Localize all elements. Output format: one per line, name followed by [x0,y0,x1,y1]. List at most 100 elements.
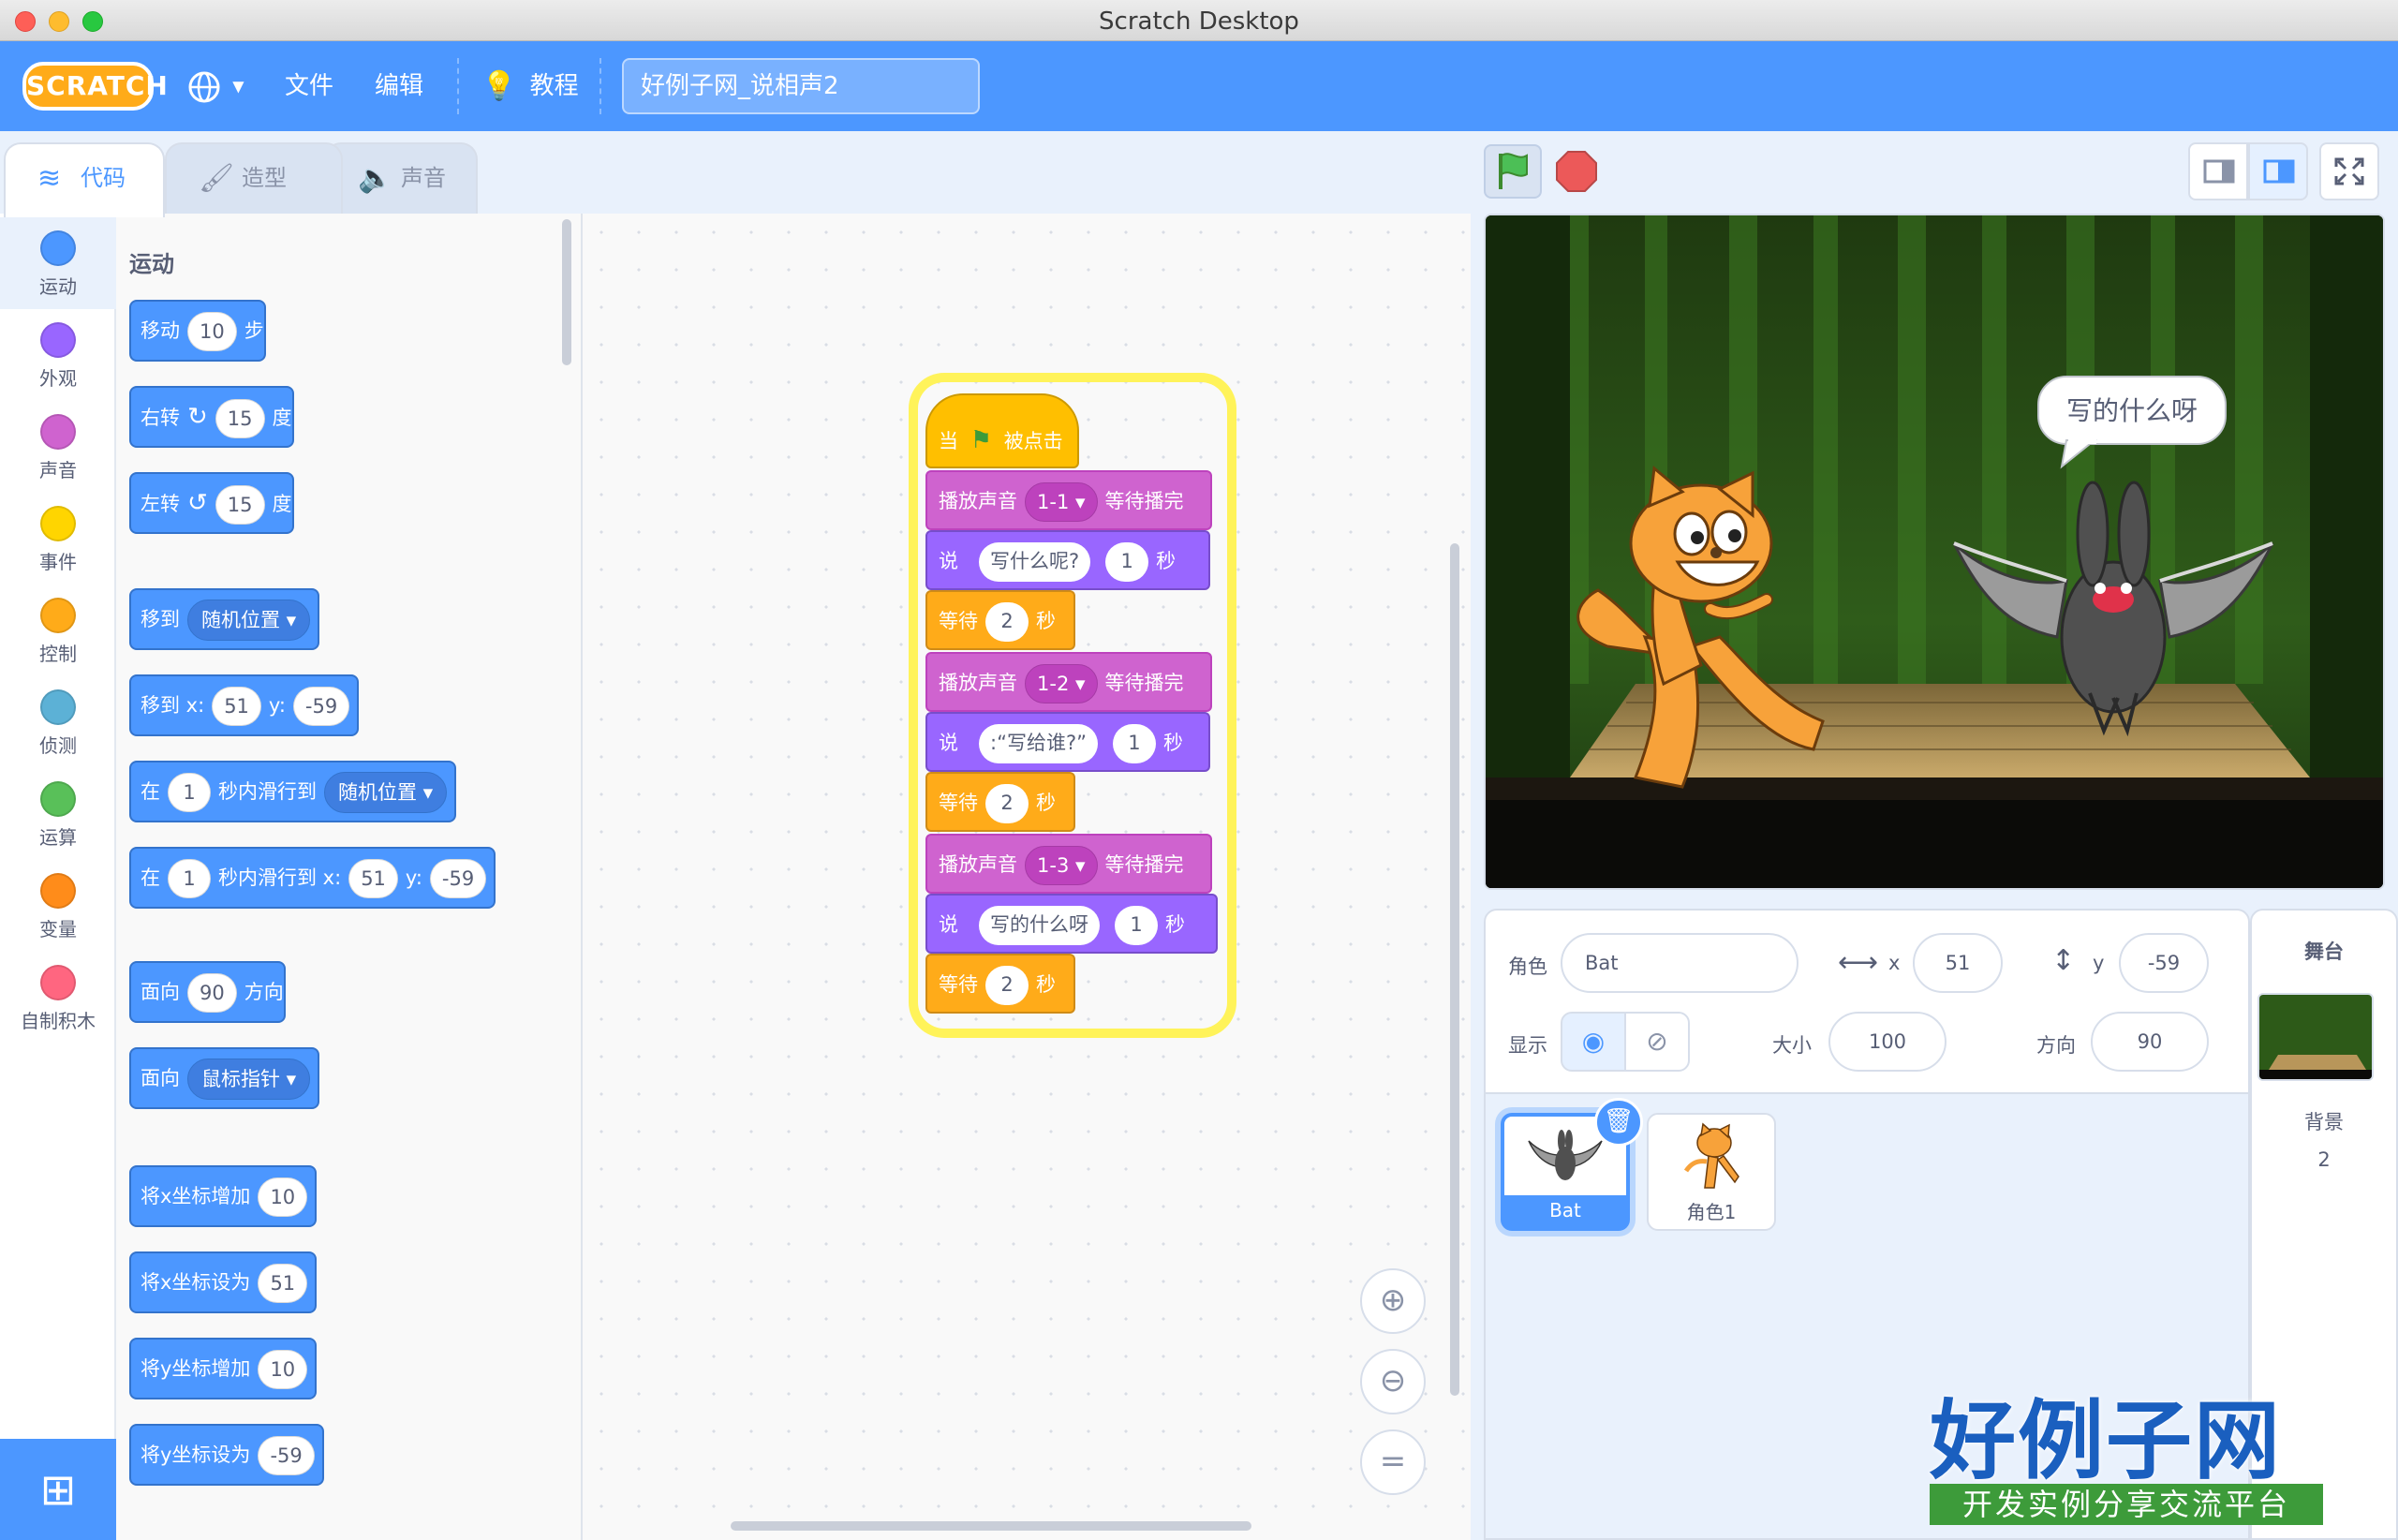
number-input[interactable]: 2 [985,784,1029,823]
block-point-towards[interactable]: 面向 鼠标指针 ▾ [129,1047,320,1109]
number-input[interactable]: 1 [168,773,211,812]
project-title-input[interactable]: 好例子网_说相声2 [622,58,980,114]
number-input[interactable]: 51 [348,859,398,898]
number-input[interactable]: 1 [1105,542,1149,582]
target-dropdown[interactable]: 随机位置 ▾ [187,600,311,641]
target-dropdown[interactable]: 鼠标指针 ▾ [187,1059,311,1100]
sprite-name-input[interactable]: Bat [1561,933,1798,993]
block-wait-secs[interactable]: 等待 2 秒 [925,954,1075,1014]
sprite-tile-cat[interactable]: 角色1 [1647,1113,1776,1231]
category-motion[interactable]: 运动 [0,217,116,309]
workspace-vertical-scrollbar[interactable] [1450,543,1459,1396]
x-input[interactable]: 51 [1913,933,2003,993]
eye-icon: ◉ [1581,1026,1606,1057]
text-input[interactable]: :“写给谁?” [979,724,1098,763]
category-operators[interactable]: 运算 [0,768,116,860]
category-sound[interactable]: 声音 [0,401,116,493]
sound-dropdown[interactable]: 1-1 ▾ [1025,482,1098,522]
block-wait-secs[interactable]: 等待 2 秒 [925,772,1075,832]
block-glide-to[interactable]: 在 1 秒内滑行到 随机位置 ▾ [129,761,457,822]
zoom-in-button[interactable]: ⊕ [1360,1268,1426,1334]
number-input[interactable]: 51 [258,1264,308,1303]
block-point-in-direction[interactable]: 面向 90 方向 [129,961,286,1023]
fullscreen-button[interactable] [2319,142,2379,200]
sound-dropdown[interactable]: 1-2 ▾ [1025,664,1098,703]
block-play-sound-until-done[interactable]: 播放声音 1-3 ▾ 等待播完 [925,834,1212,894]
block-say-for-secs[interactable]: 说:“写给谁?” 1 秒 [925,712,1210,772]
tab-code[interactable]: ≋ 代码 [4,142,165,217]
number-input[interactable]: 2 [985,602,1029,642]
block-turn-left[interactable]: 左转 ↺ 15 度 [129,472,294,534]
y-input[interactable]: -59 [2119,933,2209,993]
number-input[interactable]: 2 [985,966,1029,1005]
block-move-steps[interactable]: 移动 10 步 [129,300,266,362]
block-glide-to-xy[interactable]: 在 1 秒内滑行到 x: 51 y: -59 [129,847,496,909]
file-menu[interactable]: 文件 [285,67,333,105]
text-input[interactable]: 写什么呢? [979,542,1091,582]
category-looks[interactable]: 外观 [0,309,116,401]
number-input[interactable]: 90 [187,973,237,1013]
add-extension-button[interactable]: ⊞ [0,1439,116,1540]
block-change-x[interactable]: 将x坐标增加 10 [129,1165,318,1227]
edit-menu[interactable]: 编辑 [375,67,423,105]
block-go-to-xy[interactable]: 移到 x: 51 y: -59 [129,674,360,736]
block-turn-right[interactable]: 右转 ↻ 15 度 [129,386,294,448]
sound-dropdown[interactable]: 1-3 ▾ [1025,846,1098,885]
number-input[interactable]: 10 [258,1350,308,1389]
zoom-out-button[interactable]: ⊖ [1360,1349,1426,1414]
number-input[interactable]: 1 [1112,724,1156,763]
delete-sprite-button[interactable]: 🗑 [1594,1098,1643,1147]
category-events[interactable]: 事件 [0,493,116,585]
number-input[interactable]: 10 [258,1177,308,1217]
number-input[interactable]: 15 [215,485,265,525]
green-flag-button[interactable] [1484,144,1542,199]
block-set-x[interactable]: 将x坐标设为 51 [129,1251,318,1313]
number-input[interactable]: 51 [212,687,261,726]
category-sensing[interactable]: 侦测 [0,676,116,768]
language-menu[interactable]: ▼ [187,67,262,105]
tab-sounds[interactable]: 🔈 声音 [324,142,478,214]
tab-costumes[interactable]: 🖌 造型 [165,142,343,214]
workspace-horizontal-scrollbar[interactable] [731,1521,1251,1531]
palette-scrollbar[interactable] [562,219,571,365]
block-change-y[interactable]: 将y坐标增加 10 [129,1338,318,1399]
number-input[interactable]: -59 [292,687,350,726]
block-go-to[interactable]: 移到 随机位置 ▾ [129,588,320,650]
category-variables[interactable]: 变量 [0,860,116,952]
category-dot-icon [40,781,76,817]
target-dropdown[interactable]: 随机位置 ▾ [324,772,448,813]
zoom-reset-button[interactable]: = [1360,1429,1426,1495]
category-control[interactable]: 控制 [0,585,116,676]
block-say-for-secs[interactable]: 说写什么呢? 1 秒 [925,530,1210,590]
direction-input[interactable]: 90 [2091,1012,2209,1072]
small-stage-button[interactable] [2188,142,2248,200]
hide-sprite-button[interactable]: ⊘ [1624,1012,1690,1072]
tutorials-menu[interactable]: 💡 教程 [481,67,579,105]
scratch-logo[interactable]: SCRATCH [22,62,168,111]
block-wait-secs[interactable]: 等待 2 秒 [925,590,1075,650]
block-set-y[interactable]: 将y坐标设为 -59 [129,1424,324,1486]
number-input[interactable]: 15 [215,399,265,438]
stage[interactable]: 写的什么呀 [1484,214,2385,890]
number-input[interactable]: -59 [258,1436,315,1475]
number-input[interactable]: 1 [168,859,211,898]
size-input[interactable]: 100 [1828,1012,1947,1072]
block-say-for-secs[interactable]: 说写的什么呀 1 秒 [925,894,1218,954]
normal-stage-button[interactable] [2248,142,2308,200]
stop-button[interactable] [1549,144,1607,199]
code-icon: ≋ [37,162,62,195]
x-label: x [1888,952,1901,974]
text-input[interactable]: 写的什么呀 [979,906,1100,945]
block-play-sound-until-done[interactable]: 播放声音 1-1 ▾ 等待播完 [925,470,1212,530]
block-play-sound-until-done[interactable]: 播放声音 1-2 ▾ 等待播完 [925,652,1212,712]
backdrop-thumbnail-image [2259,995,2372,1079]
category-dot-icon [40,873,76,909]
category-my-blocks[interactable]: 自制积木 [0,952,116,1044]
number-input[interactable]: 1 [1115,906,1158,945]
backdrop-thumbnail[interactable] [2257,993,2374,1081]
tab-label: 造型 [242,165,287,191]
number-input[interactable]: -59 [429,859,487,898]
show-sprite-button[interactable]: ◉ [1561,1012,1626,1072]
block-when-flag-clicked[interactable]: 当 ⚑ 被点击 [925,393,1079,468]
number-input[interactable]: 10 [187,312,237,351]
